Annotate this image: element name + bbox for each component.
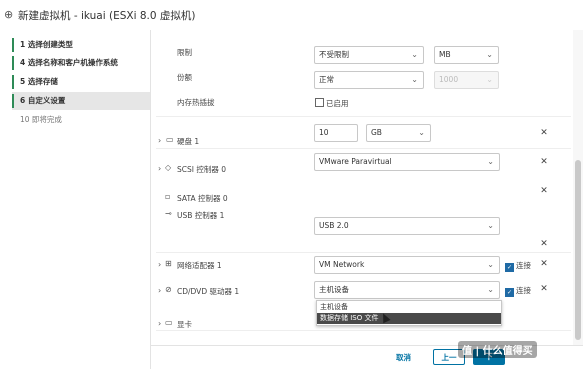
scsi-type-value: VMware Paravirtual [319, 157, 392, 166]
check-icon: ✓ [505, 263, 514, 272]
hotplug-label: 内存热插拔 [177, 98, 215, 107]
remove-network-button[interactable]: ✕ [539, 259, 549, 269]
disk-unit-select[interactable]: GB ⌄ [366, 124, 431, 142]
chevron-down-icon: ⌄ [486, 50, 493, 59]
step-bar [12, 75, 14, 89]
scrollbar-thumb[interactable] [575, 160, 581, 340]
usb-type-select[interactable]: USB 2.0 ⌄ [314, 217, 500, 235]
divider [156, 148, 571, 149]
step-label: 10 即将完成 [20, 115, 62, 124]
disc-icon: ⊘ [165, 285, 172, 294]
remove-sata-button[interactable]: ✕ [539, 186, 549, 196]
chevron-down-icon: ⌄ [487, 285, 494, 294]
dropdown-option-iso[interactable]: 数据存储 ISO 文件 [317, 313, 501, 324]
step-label: 1 选择创建类型 [20, 40, 73, 49]
chevron-down-icon: ⌄ [486, 75, 493, 84]
step-1[interactable]: 1 选择创建类型 [12, 36, 150, 54]
watermark: 值 | 什么值得买 [458, 341, 537, 358]
settings-panel: 限制 不受限制 ⌄ MB ⌄ 份额 正常 ⌄ 1000 ⌄ 内存热插拔 已启用 › ▭ … [151, 30, 583, 345]
disk-unit: GB [371, 128, 382, 137]
cd-connect-checkbox[interactable]: ✓ 连接 [505, 285, 531, 297]
divider [156, 116, 571, 117]
chevron-down-icon: ⌄ [487, 221, 494, 230]
title-bar: ⊕ 新建虚拟机 - ikuai (ESXi 8.0 虚拟机) [0, 0, 583, 31]
chevron-down-icon: ⌄ [487, 260, 494, 269]
cd-connect-label: 连接 [516, 286, 531, 295]
scsi-icon: ◇ [165, 163, 172, 172]
remove-disk-button[interactable]: ✕ [539, 128, 549, 138]
new-vm-icon: ⊕ [4, 8, 14, 21]
scsi-type-select[interactable]: VMware Paravirtual ⌄ [314, 153, 500, 171]
step-6[interactable]: 6 自定义设置 [12, 92, 150, 110]
checkbox-box [315, 98, 324, 107]
divider [156, 252, 571, 253]
shares-number: 1000 [439, 75, 459, 84]
monitor-icon: ▭ [165, 318, 173, 327]
chevron-down-icon: ⌄ [487, 157, 494, 166]
expand-chevron-icon[interactable]: › [158, 136, 161, 145]
expand-chevron-icon[interactable]: › [158, 164, 161, 173]
network-label: 网络适配器 1 [177, 261, 222, 270]
cancel-button[interactable]: 取消 [396, 352, 411, 363]
cd-type-select[interactable]: 主机设备 ⌄ [314, 281, 500, 299]
dropdown-option-host[interactable]: 主机设备 [317, 302, 501, 313]
network-value: VM Network [319, 260, 365, 269]
remove-cd-button[interactable]: ✕ [539, 284, 549, 294]
disk-size-value: 10 [319, 128, 329, 137]
usb-icon: ⊸ [165, 209, 172, 218]
disk-size-input[interactable]: 10 [314, 124, 358, 142]
cd-type-value: 主机设备 [319, 285, 349, 294]
step-label: 4 选择名称和客户机操作系统 [20, 58, 118, 67]
step-label: 5 选择存储 [20, 77, 58, 86]
remove-usb-button[interactable]: ✕ [539, 239, 549, 249]
network-select[interactable]: VM Network ⌄ [314, 256, 500, 274]
limit-unit-select[interactable]: MB ⌄ [434, 46, 499, 64]
network-connect-checkbox[interactable]: ✓ 连接 [505, 260, 531, 272]
gpu-label: 显卡 [177, 320, 192, 329]
step-label: 6 自定义设置 [20, 96, 66, 105]
hotplug-checkbox[interactable]: 已启用 [315, 98, 349, 109]
sata-icon: ▫ [165, 192, 171, 201]
divider [156, 330, 571, 331]
usb-type-value: USB 2.0 [319, 221, 349, 230]
scsi-label: SCSI 控制器 0 [177, 165, 227, 174]
scrollbar[interactable] [573, 30, 583, 345]
wizard-steps: 1 选择创建类型 4 选择名称和客户机操作系统 5 选择存储 6 自定义设置 1… [0, 30, 151, 369]
limit-unit: MB [439, 50, 451, 59]
limit-label: 限制 [177, 48, 192, 57]
cd-type-dropdown: 主机设备 数据存储 ISO 文件 [316, 300, 502, 326]
chevron-down-icon: ⌄ [411, 75, 418, 84]
step-bar [12, 56, 14, 70]
shares-label: 份额 [177, 73, 192, 82]
disk-icon: ▭ [166, 135, 174, 144]
step-bar [12, 38, 14, 52]
usb-label: USB 控制器 1 [177, 211, 225, 220]
window-title: 新建虚拟机 - ikuai (ESXi 8.0 虚拟机) [18, 10, 196, 22]
network-connect-label: 连接 [516, 261, 531, 270]
cd-label: CD/DVD 驱动器 1 [177, 287, 240, 296]
expand-chevron-icon[interactable]: › [158, 319, 161, 328]
chevron-down-icon: ⌄ [411, 50, 418, 59]
remove-scsi-button[interactable]: ✕ [539, 157, 549, 167]
sata-label: SATA 控制器 0 [177, 194, 228, 203]
limit-value: 不受限制 [319, 50, 349, 59]
limit-select[interactable]: 不受限制 ⌄ [314, 46, 424, 64]
chevron-down-icon: ⌄ [418, 128, 425, 137]
disk-label: 硬盘 1 [177, 137, 200, 146]
step-5[interactable]: 5 选择存储 [12, 73, 150, 91]
check-icon: ✓ [505, 288, 514, 297]
step-bar [12, 94, 14, 108]
expand-chevron-icon[interactable]: › [158, 260, 161, 269]
shares-select[interactable]: 正常 ⌄ [314, 71, 424, 89]
shares-value: 正常 [319, 75, 334, 84]
step-4[interactable]: 4 选择名称和客户机操作系统 [12, 54, 150, 72]
step-10[interactable]: 10 即将完成 [12, 111, 150, 129]
expand-chevron-icon[interactable]: › [158, 286, 161, 295]
hotplug-checkbox-label: 已启用 [326, 99, 349, 108]
network-icon: ⊞ [165, 259, 172, 268]
shares-number-field[interactable]: 1000 ⌄ [434, 71, 499, 89]
